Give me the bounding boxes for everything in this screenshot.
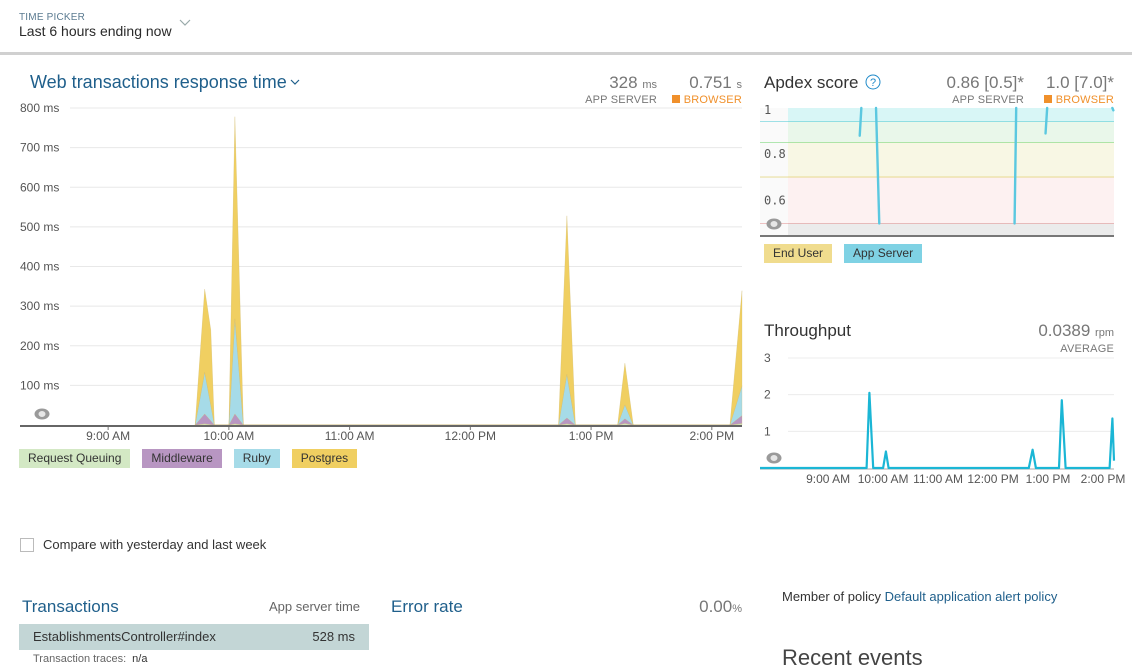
question-circle-icon[interactable]: ? bbox=[865, 74, 881, 90]
browser-response-value: 0.751 s bbox=[660, 73, 742, 93]
x-tick-label: 1:00 PM bbox=[1026, 472, 1071, 486]
y-tick-label: 600 ms bbox=[20, 180, 59, 194]
apdex-app-server-line bbox=[858, 106, 863, 137]
apdex-gutter bbox=[760, 121, 788, 143]
eye-inner bbox=[770, 221, 778, 227]
x-tick-label: 9:00 AM bbox=[86, 429, 130, 443]
legend-end-user[interactable]: End User bbox=[764, 244, 833, 263]
eye-toggle-icon[interactable] bbox=[766, 452, 782, 464]
x-tick-label: 2:00 PM bbox=[1081, 472, 1126, 486]
apdex-band bbox=[788, 223, 1114, 235]
transaction-time: 528 ms bbox=[312, 629, 355, 644]
x-tick-label: 10:00 AM bbox=[204, 429, 255, 443]
traces-label: Transaction traces: bbox=[33, 653, 127, 665]
x-tick-label: 2:00 PM bbox=[689, 429, 734, 443]
area-request-queuing bbox=[195, 423, 743, 426]
y-tick-label: 500 ms bbox=[20, 220, 59, 234]
throughput-title: Throughput bbox=[764, 321, 851, 340]
apdex-chart[interactable]: 0.6 0.8 1 bbox=[760, 100, 1132, 240]
x-tick-label: 9:00 AM bbox=[806, 472, 850, 486]
throughput-number: 0.0389 bbox=[1038, 321, 1091, 340]
app-server-value: 328 bbox=[609, 73, 638, 92]
policy-prefix: Member of policy bbox=[782, 589, 881, 604]
y-tick-label: 400 ms bbox=[20, 260, 59, 274]
apdex-app-server-value: 0.86 [0.5]* bbox=[946, 73, 1024, 92]
transaction-traces: Transaction traces: n/a bbox=[33, 653, 147, 665]
response-time-title[interactable]: Web transactions response time bbox=[30, 72, 287, 93]
x-tick-label: 11:00 AM bbox=[913, 472, 963, 486]
apdex-legend: End User App Server bbox=[764, 244, 923, 263]
y-tick-label: 100 ms bbox=[20, 378, 59, 392]
x-tick-label: 12:00 PM bbox=[967, 472, 1018, 486]
eye-inner bbox=[38, 411, 46, 417]
apdex-band bbox=[788, 121, 1114, 143]
apdex-title: Apdex score bbox=[764, 73, 859, 92]
legend-middleware[interactable]: Middleware bbox=[142, 449, 222, 468]
apdex-band bbox=[788, 177, 1114, 224]
chevron-down-icon[interactable] bbox=[178, 18, 192, 28]
app-server-unit: ms bbox=[642, 79, 657, 91]
error-rate-number: 0.00 bbox=[699, 597, 733, 616]
x-tick-label: 10:00 AM bbox=[858, 472, 909, 486]
eye-toggle-icon[interactable] bbox=[34, 408, 50, 420]
svg-text:?: ? bbox=[870, 77, 876, 89]
time-picker-value[interactable]: Last 6 hours ending now bbox=[19, 23, 172, 39]
x-tick-label: 11:00 AM bbox=[325, 429, 375, 443]
legend-ruby[interactable]: Ruby bbox=[233, 449, 280, 468]
compare-checkbox[interactable] bbox=[20, 538, 34, 552]
apdex-app-server-line bbox=[1013, 106, 1018, 225]
policy-link[interactable]: Default application alert policy bbox=[885, 589, 1058, 604]
browser-unit: s bbox=[736, 79, 743, 91]
error-rate-value: 0.00% bbox=[620, 597, 742, 617]
policy-text: Member of policy Default application ale… bbox=[782, 589, 1057, 604]
y-tick-label: 200 ms bbox=[20, 339, 59, 353]
error-rate-unit: % bbox=[732, 603, 742, 615]
transaction-row[interactable]: EstablishmentsController#index 528 ms bbox=[19, 624, 369, 650]
legend-app-server[interactable]: App Server bbox=[844, 244, 923, 263]
transactions-title[interactable]: Transactions bbox=[22, 597, 119, 617]
y-tick-label: 300 ms bbox=[20, 299, 59, 313]
x-tick-label: 12:00 PM bbox=[445, 429, 496, 443]
throughput-value: 0.0389 rpm bbox=[980, 321, 1114, 341]
response-time-legend: Request Queuing Middleware Ruby Postgres bbox=[19, 449, 358, 468]
y-tick-label: 1 bbox=[764, 424, 771, 438]
response-time-chart[interactable]: 100 ms 200 ms 300 ms 400 ms 500 ms 600 ms 700 … bbox=[0, 100, 750, 445]
time-picker-label: TIME PICKER bbox=[19, 12, 86, 23]
throughput-unit: rpm bbox=[1095, 327, 1114, 339]
apdex-browser-value: 1.0 [7.0]* bbox=[1045, 73, 1114, 92]
y-tick-label: 1 bbox=[764, 103, 771, 117]
app-server-response-value: 328 ms bbox=[560, 73, 657, 93]
apdex-app-server-line bbox=[1044, 106, 1049, 135]
eye-toggle-icon[interactable] bbox=[766, 218, 782, 230]
y-tick-label: 800 ms bbox=[20, 101, 59, 115]
apdex-app-server-line bbox=[1111, 106, 1115, 112]
transactions-column-header: App server time bbox=[269, 599, 361, 614]
x-tick-label: 1:00 PM bbox=[569, 429, 614, 443]
y-tick-label: 3 bbox=[764, 351, 771, 365]
y-tick-label: 2 bbox=[764, 388, 771, 402]
error-rate-title[interactable]: Error rate bbox=[391, 597, 463, 617]
area-postgres bbox=[194, 116, 743, 426]
traces-value: n/a bbox=[132, 653, 148, 665]
y-tick-label: 700 ms bbox=[20, 141, 59, 155]
apdex-band bbox=[788, 108, 1114, 122]
area-middleware bbox=[194, 413, 743, 426]
header-divider bbox=[0, 52, 1132, 55]
browser-value: 0.751 bbox=[689, 73, 732, 92]
throughput-line bbox=[760, 391, 1116, 470]
y-tick-label: 0.6 bbox=[764, 193, 786, 207]
eye-inner bbox=[770, 455, 778, 461]
legend-postgres[interactable]: Postgres bbox=[291, 449, 358, 468]
transaction-name: EstablishmentsController#index bbox=[33, 629, 216, 644]
y-tick-label: 0.8 bbox=[764, 147, 786, 161]
area-ruby bbox=[194, 318, 743, 426]
apdex-band bbox=[788, 142, 1114, 178]
compare-label[interactable]: Compare with yesterday and last week bbox=[43, 537, 266, 552]
throughput-chart[interactable]: 1 2 3 9:00 AM 10:00 AM 11:00 AM 12:00 PM 1:00 P… bbox=[760, 345, 1132, 495]
chevron-down-icon[interactable] bbox=[289, 78, 301, 86]
legend-request-queuing[interactable]: Request Queuing bbox=[19, 449, 131, 468]
recent-events-title: Recent events bbox=[782, 645, 923, 670]
